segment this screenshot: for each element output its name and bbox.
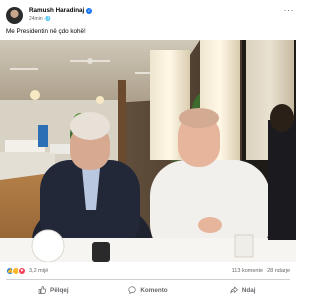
- post-header: Ramush Haradinaj ✓ 24min ·🌐: [6, 5, 290, 25]
- post-stats: 👍 ♥ 3,2 mijë 113 komente 28 ndarje: [6, 266, 290, 276]
- post-actions: Pëlqej Komento Ndaj: [6, 281, 290, 299]
- post-photo[interactable]: [0, 40, 296, 262]
- post-time-row: 24min ·🌐: [29, 15, 92, 22]
- verified-badge-icon: ✓: [86, 8, 93, 15]
- actions-divider: [6, 279, 290, 280]
- globe-icon: ·🌐: [43, 15, 51, 21]
- comment-button[interactable]: Komento: [101, 281, 196, 299]
- author-avatar[interactable]: [6, 6, 23, 24]
- shares-count[interactable]: 28 ndarje: [267, 268, 290, 274]
- reactions-count: 3,2 mijë: [29, 268, 49, 274]
- share-icon: [230, 286, 238, 294]
- comment-icon: [128, 286, 136, 294]
- engagement-counts: 113 komente 28 ndarje: [232, 268, 290, 274]
- facebook-post: Ramush Haradinaj ✓ 24min ·🌐 ··· Me Presi…: [0, 0, 296, 300]
- share-label: Ndaj: [241, 286, 256, 294]
- thumbs-up-icon: [38, 286, 47, 294]
- share-button[interactable]: Ndaj: [195, 281, 290, 299]
- comments-count[interactable]: 113 komente: [232, 268, 263, 274]
- author-name[interactable]: Ramush Haradinaj: [29, 8, 84, 15]
- restaurant-photo-illustration: [0, 40, 296, 262]
- comment-label: Komento: [140, 286, 168, 294]
- post-caption: Me Presidentin në çdo kohë!: [6, 28, 86, 35]
- more-options-button[interactable]: ···: [284, 5, 295, 15]
- reactions-summary[interactable]: 👍 ♥ 3,2 mijë: [6, 267, 48, 275]
- post-timestamp[interactable]: 24min: [29, 16, 43, 22]
- love-icon: ♥: [18, 267, 26, 275]
- like-label: Pëlqej: [50, 286, 69, 294]
- author-meta: Ramush Haradinaj ✓ 24min ·🌐: [29, 8, 93, 22]
- author-name-row: Ramush Haradinaj ✓: [29, 8, 93, 15]
- like-button[interactable]: Pëlqej: [6, 281, 101, 299]
